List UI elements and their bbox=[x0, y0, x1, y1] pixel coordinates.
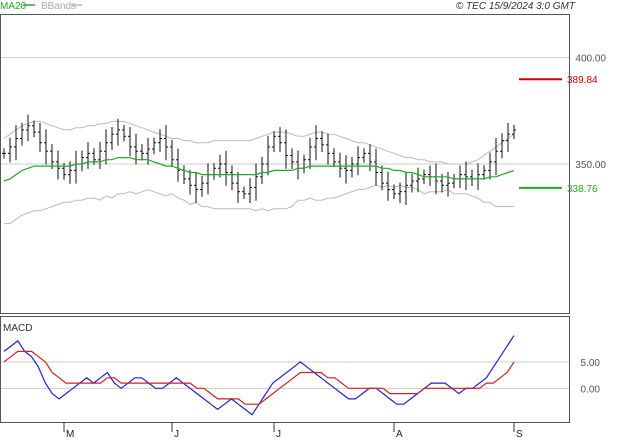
price-bar bbox=[500, 133, 504, 159]
price-bar bbox=[488, 152, 492, 180]
price-bar bbox=[182, 165, 186, 185]
macd-line bbox=[3, 335, 515, 416]
month-tick-label: S bbox=[516, 429, 523, 440]
price-bar bbox=[476, 163, 480, 191]
month-tick-label: J bbox=[276, 429, 281, 440]
header: MA20 BBands © TEC 15/9/2024 3:0 GMT bbox=[0, 1, 576, 12]
price-bar bbox=[194, 172, 198, 203]
price-bar bbox=[128, 127, 132, 157]
price-bar bbox=[8, 137, 12, 163]
month-tick-label: M bbox=[66, 429, 74, 440]
price-bar bbox=[464, 161, 468, 191]
price-bar bbox=[56, 150, 60, 180]
macd-panel-frame bbox=[0, 316, 570, 423]
price-bar bbox=[446, 171, 450, 197]
price-bar bbox=[428, 165, 432, 186]
ma20-legend-label: MA20 bbox=[0, 1, 27, 12]
price-bar bbox=[296, 150, 300, 180]
price-bar bbox=[2, 148, 6, 159]
price-bar bbox=[386, 171, 390, 201]
price-bar bbox=[470, 169, 474, 187]
macd-tick-label: 0.00 bbox=[581, 384, 601, 395]
price-bar bbox=[434, 163, 438, 195]
price-bar bbox=[170, 139, 174, 167]
price-bar bbox=[314, 125, 318, 161]
price-bar bbox=[236, 171, 240, 203]
price-bar bbox=[290, 148, 294, 170]
price-bar bbox=[254, 163, 258, 201]
price-bar bbox=[242, 186, 246, 199]
ma20-line bbox=[3, 157, 515, 182]
price-bar bbox=[494, 137, 498, 176]
price-bar bbox=[260, 156, 264, 184]
price-bar bbox=[248, 178, 252, 203]
price-bar bbox=[452, 173, 456, 189]
price-bar bbox=[230, 165, 234, 191]
stock-chart: MA20 BBands © TEC 15/9/2024 3:0 GMT 400.… bbox=[0, 1, 606, 440]
macd-panel-title: MACD bbox=[3, 323, 32, 334]
macd-signal-line bbox=[3, 350, 515, 405]
price-bar bbox=[164, 125, 168, 161]
price-bar bbox=[176, 148, 180, 182]
price-bar bbox=[86, 142, 90, 169]
price-bar bbox=[512, 124, 516, 140]
price-bar bbox=[44, 129, 48, 165]
price-bar bbox=[212, 163, 216, 180]
price-bar bbox=[68, 161, 72, 184]
price-bar bbox=[410, 173, 414, 193]
price-bar bbox=[122, 124, 126, 142]
price-bar bbox=[362, 148, 366, 163]
price-bar bbox=[278, 127, 282, 152]
ma-value-label: 338.76 bbox=[567, 184, 598, 195]
price-bar bbox=[200, 176, 204, 197]
price-bar bbox=[74, 150, 78, 184]
price-bar bbox=[326, 133, 330, 165]
price-bar bbox=[272, 131, 276, 153]
price-tick-label: 350.00 bbox=[575, 160, 606, 171]
price-bar bbox=[158, 129, 162, 152]
time-axis: MJJAS bbox=[63, 422, 523, 440]
bollinger-upper-line bbox=[3, 120, 515, 165]
month-tick-label: J bbox=[174, 429, 179, 440]
price-bar bbox=[110, 127, 114, 150]
price-bar bbox=[344, 154, 348, 184]
bollinger-lower-line bbox=[4, 184, 514, 225]
price-tick-label: 400.00 bbox=[575, 54, 606, 65]
bbands-legend-label: BBands bbox=[41, 1, 76, 12]
price-bar bbox=[32, 120, 36, 138]
month-tick-label: A bbox=[396, 429, 403, 440]
macd-tick-label: 5.00 bbox=[581, 358, 601, 369]
price-bar bbox=[116, 118, 120, 146]
price-bar bbox=[338, 152, 342, 178]
price-bar bbox=[266, 135, 270, 176]
price-bar bbox=[140, 144, 144, 161]
price-bar bbox=[404, 172, 408, 205]
price-bar bbox=[188, 169, 192, 195]
macd-panel: MACD 5.00 0.00 bbox=[0, 316, 601, 423]
last-close-label: 389.84 bbox=[567, 75, 598, 86]
price-panel: 400.00 350.00 389.84 338.76 bbox=[0, 14, 606, 314]
copyright-text: © TEC 15/9/2024 3:0 GMT bbox=[456, 1, 576, 12]
price-bar bbox=[284, 129, 288, 169]
price-bar bbox=[368, 144, 372, 172]
price-bar bbox=[320, 131, 324, 152]
price-bar bbox=[356, 146, 360, 176]
price-bar bbox=[152, 137, 156, 155]
price-bar bbox=[458, 165, 462, 189]
price-bar bbox=[26, 114, 30, 142]
price-bar bbox=[482, 165, 486, 180]
price-bar bbox=[50, 144, 54, 170]
price-bar bbox=[98, 142, 102, 169]
price-bar bbox=[80, 150, 84, 172]
price-bar bbox=[350, 156, 354, 178]
price-bar bbox=[224, 150, 228, 186]
price-bar bbox=[38, 122, 42, 152]
price-bar bbox=[206, 163, 210, 195]
